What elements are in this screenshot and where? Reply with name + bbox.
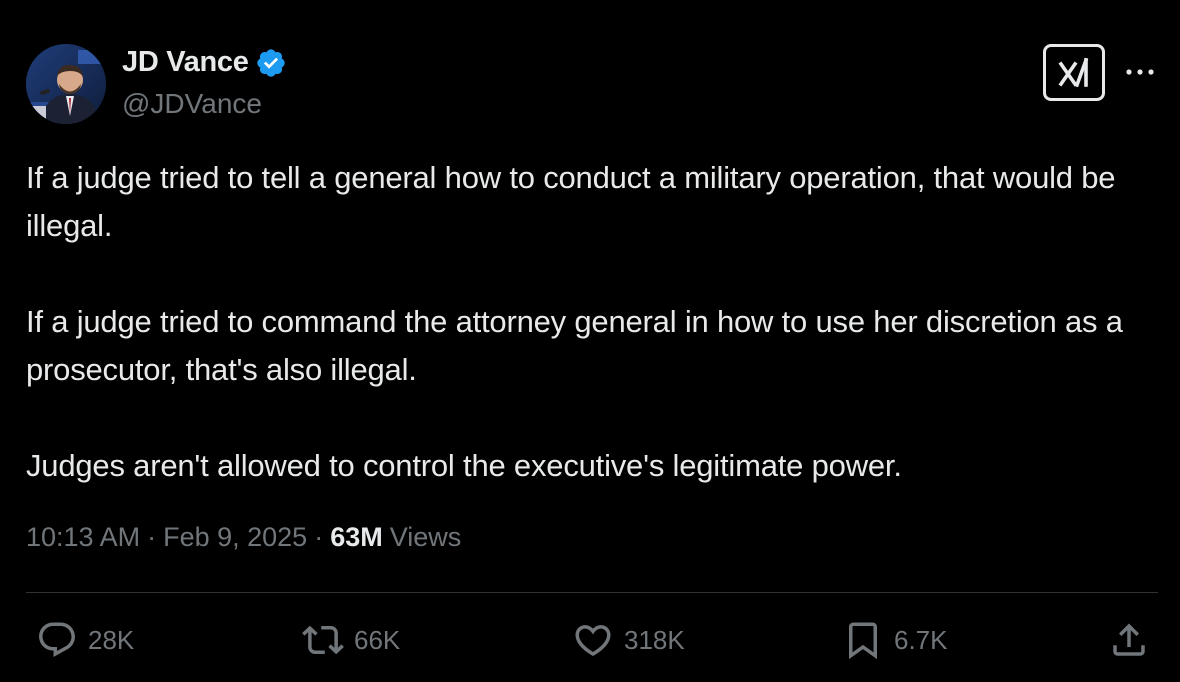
author-handle[interactable]: @JDVance bbox=[122, 88, 262, 120]
bookmark-icon bbox=[849, 622, 877, 660]
post-time[interactable]: 10:13 AM bbox=[26, 522, 140, 553]
post-date[interactable]: Feb 9, 2025 bbox=[163, 522, 307, 553]
views-count[interactable]: 63M bbox=[330, 522, 383, 553]
avatar[interactable] bbox=[26, 44, 106, 124]
author-display-name[interactable]: JD Vance bbox=[122, 46, 249, 79]
repost-count: 66K bbox=[354, 624, 401, 655]
reply-button[interactable]: 28K bbox=[36, 618, 134, 662]
reply-icon bbox=[39, 622, 75, 657]
tweet-card: JD Vance @JDVance If a judge tried to te… bbox=[0, 0, 1180, 682]
post-paragraph: If a judge tried to tell a general how t… bbox=[26, 160, 1116, 243]
meta-separator: · bbox=[147, 522, 157, 552]
like-button[interactable]: 318K bbox=[572, 618, 685, 662]
repost-button[interactable]: 66K bbox=[302, 618, 400, 662]
verified-badge-icon[interactable] bbox=[255, 47, 287, 79]
divider bbox=[26, 592, 1158, 593]
reply-count: 28K bbox=[88, 624, 135, 655]
bookmark-count: 6.7K bbox=[894, 624, 948, 655]
repost-icon bbox=[302, 625, 344, 655]
post-paragraph: Judges aren't allowed to control the exe… bbox=[26, 448, 902, 483]
meta-separator: · bbox=[314, 522, 324, 552]
post-meta: 10:13 AM · Feb 9, 2025 · 63M Views bbox=[26, 522, 461, 553]
author-name-row: JD Vance bbox=[122, 46, 287, 79]
post-text: If a judge tried to tell a general how t… bbox=[26, 154, 1156, 490]
share-button[interactable] bbox=[1108, 618, 1150, 662]
like-count: 318K bbox=[624, 624, 685, 655]
more-icon[interactable] bbox=[1124, 58, 1156, 86]
bookmark-button[interactable]: 6.7K bbox=[842, 618, 948, 662]
grok-icon[interactable] bbox=[1043, 44, 1105, 101]
share-icon bbox=[1113, 623, 1145, 656]
views-label[interactable]: Views bbox=[390, 522, 462, 553]
heart-icon bbox=[575, 625, 611, 657]
post-paragraph: If a judge tried to command the attorney… bbox=[26, 304, 1123, 387]
